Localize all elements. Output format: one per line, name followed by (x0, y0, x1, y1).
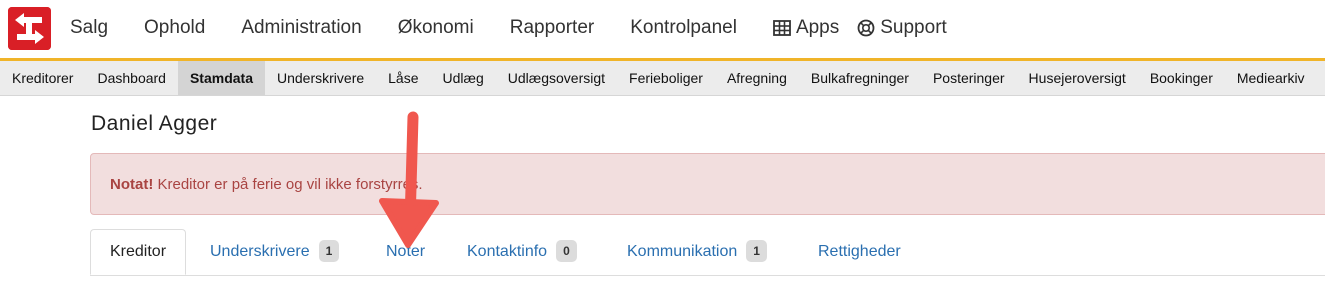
tab-kommunikation[interactable]: Kommunikation 1 (627, 229, 767, 274)
tab-rettigheder[interactable]: Rettigheder (818, 229, 901, 274)
tab-kontaktinfo[interactable]: Kontaktinfo 0 (467, 229, 577, 274)
count-badge: 1 (318, 239, 340, 262)
nav-label: Administration (241, 17, 362, 38)
tab-label: Rettigheder (818, 243, 901, 260)
nav-label: Salg (70, 17, 109, 38)
subnav-kreditorer[interactable]: Kreditorer (0, 61, 85, 95)
table-grid-icon (773, 19, 791, 37)
nav-label: Rapporter (509, 17, 595, 38)
nav-label: Apps (795, 17, 840, 38)
sub-navbar: Kreditorer Dashboard Stamdata Underskriv… (0, 61, 1325, 96)
logo[interactable] (8, 7, 51, 50)
subnav-laase[interactable]: Låse (376, 61, 430, 95)
subnav-posteringer[interactable]: Posteringer (921, 61, 1017, 95)
subnav-husejeroversigt[interactable]: Husejeroversigt (1017, 61, 1138, 95)
count-badge: 0 (556, 239, 577, 262)
alert-strong: Notat! (110, 176, 154, 193)
nav-kontrolpanel[interactable]: Kontrolpanel (630, 17, 737, 39)
nav-salg[interactable]: Salg (70, 17, 108, 39)
subnav-ferieboliger[interactable]: Ferieboliger (617, 61, 715, 95)
tab-bar: Kreditor Underskrivere 1 Noter Kontaktinf… (90, 229, 1325, 276)
tab-label: Kontaktinfo (467, 243, 548, 260)
main-nav: Salg Ophold Administration Økonomi Rappo… (70, 0, 983, 56)
subnav-stamdata[interactable]: Stamdata (177, 61, 265, 95)
nav-label: Support (880, 17, 947, 38)
subnav-underskrivere[interactable]: Underskrivere (265, 61, 376, 95)
page-title: Daniel Agger (91, 112, 218, 135)
nav-apps[interactable]: Apps (773, 17, 839, 39)
lifebuoy-icon (857, 19, 875, 37)
top-navbar: Salg Ophold Administration Økonomi Rappo… (0, 0, 1325, 61)
subnav-udlaegsoversigt[interactable]: Udlægsoversigt (496, 61, 617, 95)
tab-label: Noter (386, 243, 426, 260)
count-badge: 1 (746, 239, 767, 262)
tab-noter[interactable]: Noter (386, 229, 425, 274)
tab-kreditor[interactable]: Kreditor (90, 229, 187, 275)
nav-administration[interactable]: Administration (241, 17, 361, 39)
nav-rapporter[interactable]: Rapporter (510, 17, 595, 39)
note-alert: Notat! Kreditor er på ferie og vil ikke … (90, 153, 1325, 215)
subnav-udlaeg[interactable]: Udlæg (431, 61, 496, 95)
nav-support[interactable]: Support (857, 17, 947, 39)
nav-label: Kontrolpanel (630, 17, 737, 38)
tab-underskrivere[interactable]: Underskrivere 1 (210, 229, 340, 274)
alert-message: Notat! Kreditor er på ferie og vil ikke … (110, 176, 423, 193)
tab-label: Underskrivere (210, 243, 310, 260)
subnav-bookinger[interactable]: Bookinger (1138, 61, 1225, 95)
nav-ophold[interactable]: Ophold (144, 17, 205, 39)
alert-text: Kreditor er på ferie og vil ikke forstyr… (153, 176, 423, 193)
logo-arrows-icon (8, 7, 51, 50)
subnav-bulkafregninger[interactable]: Bulkafregninger (799, 61, 921, 95)
tab-label: Kommunikation (627, 243, 738, 260)
tab-label: Kreditor (110, 243, 167, 260)
subnav-afregning[interactable]: Afregning (715, 61, 799, 95)
subnav-dashboard[interactable]: Dashboard (85, 61, 178, 95)
subnav-mediearkiv[interactable]: Mediearkiv (1225, 61, 1317, 95)
nav-okonomi[interactable]: Økonomi (398, 17, 474, 39)
nav-label: Ophold (144, 17, 206, 38)
nav-label: Økonomi (397, 17, 474, 38)
